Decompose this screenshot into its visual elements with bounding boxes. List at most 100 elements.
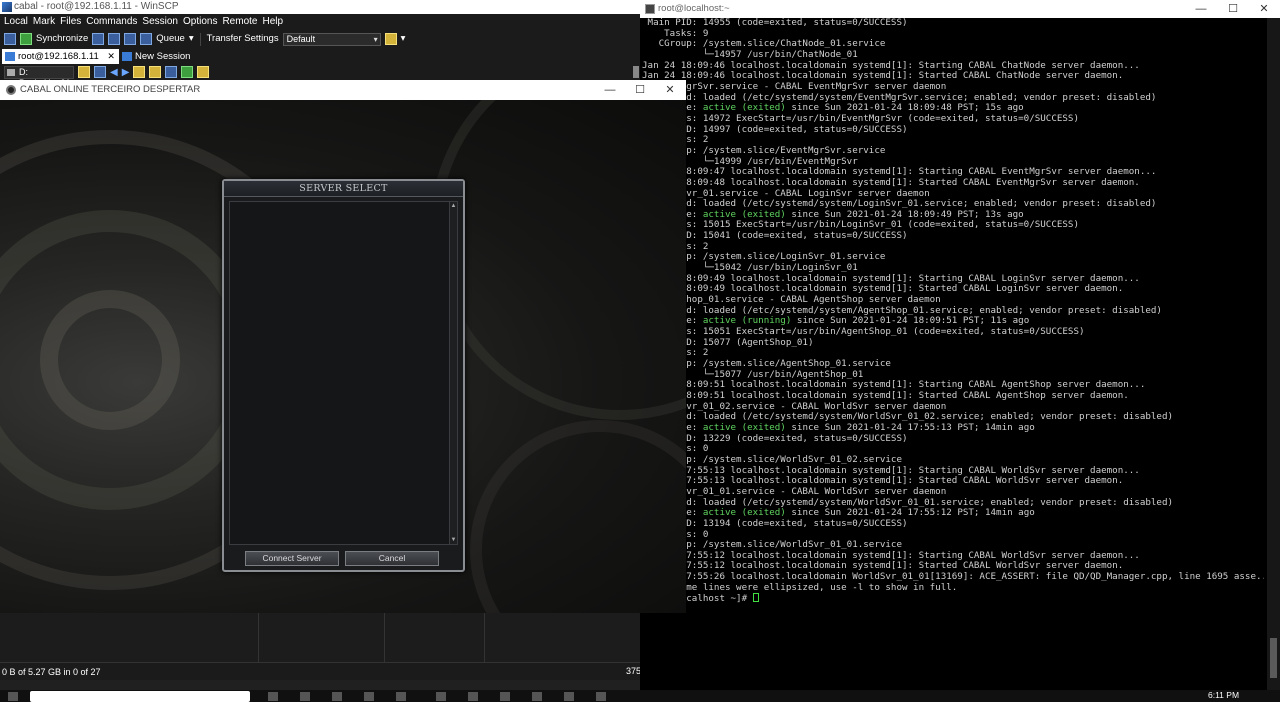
server-list-scrollbar[interactable]: ▲ ▼	[449, 202, 457, 544]
transfer-settings-label: Transfer Settings	[206, 33, 279, 44]
menu-item-mark[interactable]: Mark	[33, 14, 55, 30]
terminal-titlebar[interactable]: root@localhost:~ — ☐ ✕	[640, 0, 1280, 18]
root-folder-icon[interactable]	[149, 66, 162, 78]
back-arrow-icon[interactable]: ◀	[110, 67, 118, 78]
cabal-titlebar[interactable]: CABAL ONLINE TERCEIRO DESPERTAR — ☐ ✕	[0, 80, 686, 100]
queue-button[interactable]: Queue	[156, 32, 185, 46]
session-tabs: root@192.168.1.11 ✕ New Session	[0, 48, 640, 64]
parent-folder-icon[interactable]	[133, 66, 146, 78]
taskbar-app-icon[interactable]	[564, 692, 574, 701]
taskbar-app-icon[interactable]	[364, 692, 374, 701]
maximize-icon[interactable]: ☐	[625, 80, 655, 100]
preferences-icon[interactable]	[384, 33, 397, 45]
transfer-settings-select[interactable]: Default	[282, 32, 381, 46]
queue-dropdown-icon[interactable]: ▾	[189, 32, 194, 46]
gear-decoration	[470, 420, 686, 613]
cancel-button[interactable]: Cancel	[345, 551, 439, 566]
start-icon[interactable]	[8, 692, 18, 701]
scroll-up-icon[interactable]: ▲	[450, 202, 457, 210]
terminal-window: root@localhost:~ — ☐ ✕ Main PID: 14955 (…	[640, 0, 1280, 690]
taskbar-clock[interactable]: 6:11 PM	[1208, 690, 1239, 701]
terminal-line: Main PID: 14997 (code=exited, status=0/S…	[642, 123, 908, 135]
drive-select[interactable]: D: Back_Up_01	[4, 65, 74, 88]
taskbar-app-icon[interactable]	[396, 692, 406, 701]
terminal-line: Main PID: 14955 (code=exited, status=0/S…	[642, 18, 908, 28]
cabal-title: CABAL ONLINE TERCEIRO DESPERTAR	[20, 84, 201, 95]
panels-icon[interactable]	[4, 33, 16, 45]
gear-decoration	[40, 290, 180, 430]
tab-label: New Session	[134, 51, 191, 62]
queue-icon[interactable]	[140, 33, 153, 45]
terminal-line: Active: active (exited) since Sun 2021-0…	[659, 421, 1035, 433]
local-panel-toolbar: D: Back_Up_01 ◀ ▶	[0, 64, 640, 88]
column-divider[interactable]	[484, 612, 485, 662]
game-background: SERVER SELECT ▲ ▼ Connect Server Cancel	[0, 100, 686, 613]
find-files-icon[interactable]	[197, 66, 210, 78]
terminal-title: root@localhost:~	[658, 3, 730, 14]
menu-item-local[interactable]: Local	[4, 14, 28, 30]
terminal-line: CGroup: /system.slice/EventMgrSvr.servic…	[642, 144, 886, 156]
terminal-line: Process: 14972 ExecStart=/usr/bin/EventM…	[642, 112, 1079, 124]
menu-item-files[interactable]: Files	[60, 14, 81, 30]
scrollbar-thumb[interactable]	[1270, 638, 1277, 678]
toolbar-divider	[199, 32, 201, 46]
taskbar-app-icon[interactable]	[532, 692, 542, 701]
scroll-down-icon[interactable]: ▼	[450, 536, 457, 544]
taskbar-search[interactable]	[30, 691, 250, 702]
folder-open-icon[interactable]	[78, 66, 90, 78]
terminal-line: Main PID: 13194 (code=exited, status=0/S…	[642, 517, 908, 529]
compare-icon[interactable]	[92, 33, 105, 45]
terminal-output[interactable]: Main PID: 14955 (code=exited, status=0/S…	[642, 18, 1264, 690]
column-divider[interactable]	[258, 612, 259, 662]
winscp-statusbar: 0 B of 5.27 GB in 0 of 27	[0, 662, 640, 680]
minimize-icon[interactable]: —	[595, 80, 625, 100]
terminal-line: Main PID: 15041 (code=exited, status=0/S…	[642, 230, 908, 242]
taskbar-app-icon[interactable]	[300, 692, 310, 701]
connect-server-button[interactable]: Connect Server	[245, 551, 339, 566]
terminal-line: Main PID: 15077 (AgentShop_01)	[642, 336, 814, 348]
panel-scrollbar[interactable]	[633, 66, 639, 78]
gear-icon[interactable]	[124, 33, 137, 45]
filter-icon[interactable]	[94, 66, 106, 78]
menu-item-session[interactable]: Session	[142, 14, 178, 30]
terminal-line: Jan 24 18:09:48 localhost.localdomain sy…	[642, 176, 1140, 188]
synchronize-button[interactable]: Synchronize	[36, 32, 88, 46]
preferences-dropdown-icon[interactable]: ▾	[401, 32, 406, 46]
close-icon[interactable]: ✕	[1248, 0, 1280, 18]
server-list[interactable]: ▲ ▼	[229, 201, 458, 545]
taskbar-app-icon[interactable]	[332, 692, 342, 701]
forward-arrow-icon[interactable]: ▶	[122, 67, 130, 78]
taskbar-app-icon[interactable]	[436, 692, 446, 701]
terminal-scrollbar[interactable]	[1267, 18, 1280, 690]
terminal-line: ● WorldSvr_01_01.service - CABAL WorldSv…	[642, 485, 947, 497]
terminal-icon[interactable]	[108, 33, 121, 45]
refresh-icon[interactable]	[181, 66, 194, 78]
dialog-title: SERVER SELECT	[224, 181, 463, 197]
column-divider[interactable]	[384, 612, 385, 662]
menu-item-help[interactable]: Help	[262, 14, 283, 30]
tab-new-session[interactable]: New Session	[119, 49, 194, 64]
synchronize-icon[interactable]	[20, 33, 32, 45]
winscp-toolbar: Synchronize Queue ▾ Transfer Settings De…	[0, 30, 640, 48]
menu-item-remote[interactable]: Remote	[222, 14, 257, 30]
terminal-cursor	[752, 593, 759, 603]
session-icon	[5, 52, 15, 61]
gear-decoration	[430, 100, 686, 420]
menu-item-options[interactable]: Options	[183, 14, 217, 30]
menu-item-commands[interactable]: Commands	[86, 14, 137, 30]
minimize-icon[interactable]: —	[1185, 0, 1217, 18]
close-icon[interactable]: ✕	[655, 80, 685, 100]
tab-root-session[interactable]: root@192.168.1.11 ✕	[2, 49, 119, 64]
terminal-line: ● EventMgrSvr.service - CABAL EventMgrSv…	[642, 80, 947, 92]
taskbar-app-icon[interactable]	[468, 692, 478, 701]
winscp-title: cabal - root@192.168.1.11 - WinSCP	[14, 1, 179, 12]
taskbar-app-icon[interactable]	[596, 692, 606, 701]
close-tab-icon[interactable]: ✕	[107, 51, 115, 61]
maximize-icon[interactable]: ☐	[1217, 0, 1249, 18]
taskbar-app-icon[interactable]	[268, 692, 278, 701]
taskbar-app-icon[interactable]	[500, 692, 510, 701]
local-file-pane[interactable]	[0, 612, 640, 662]
home-icon[interactable]	[165, 66, 178, 78]
remote-status-count: 375	[626, 666, 642, 676]
winscp-titlebar[interactable]: cabal - root@192.168.1.11 - WinSCP	[0, 0, 640, 14]
